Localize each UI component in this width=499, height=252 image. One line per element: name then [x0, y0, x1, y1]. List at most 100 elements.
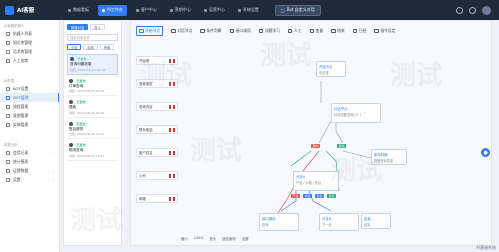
filter-all[interactable]: 全部	[67, 44, 82, 50]
search-input[interactable]: 搜索对话名称	[67, 34, 118, 41]
top-nav-item[interactable]: 数据看板	[64, 5, 93, 16]
fit-canvas-button[interactable]: 适应画布	[222, 236, 236, 241]
settings-icon	[6, 177, 10, 182]
top-nav-item-active[interactable]: AI工作台	[98, 4, 127, 16]
connector	[335, 121, 344, 144]
dialog-list-panel: 新建对话 导入 搜索对话名称 全部 启用 停用 已发布 咨询问题收集 创建: 2…	[63, 20, 122, 246]
status-badge: 已发布	[75, 78, 88, 83]
filter-enabled[interactable]: 启用	[83, 44, 98, 50]
nav-icon	[102, 8, 105, 12]
nav-icon	[169, 8, 173, 12]
top-nav-item[interactable]: 运营中心	[200, 5, 229, 16]
top-nav-item[interactable]: 客户中心	[132, 5, 161, 16]
nav-icon	[203, 8, 207, 12]
dialog-icon	[69, 100, 73, 104]
brand-logo-icon	[5, 5, 14, 15]
flow-node-api[interactable]: 接口调用 查询	[259, 213, 299, 231]
dialog-icon	[69, 121, 73, 126]
help-icon[interactable]	[469, 6, 476, 14]
fullscreen-button[interactable]: 全屏	[242, 236, 249, 241]
top-nav-item[interactable]: 系统设置	[234, 5, 263, 16]
sidebar-item[interactable]: 机器人列表	[0, 29, 59, 38]
flow-canvas[interactable]: 开始节点 对话节点 条件判断 接口调用 问题学习 人工 变量 结束 已经 指令设…	[130, 20, 492, 246]
sidebar-item[interactable]: 实体管理	[0, 120, 59, 129]
sidebar-section-title: 数据分析	[4, 143, 18, 147]
dialog-icon	[69, 143, 73, 147]
list-item[interactable]: 已发布 退款 创建: 2023-08-09 16:40	[67, 98, 118, 118]
flow-node-branch-b[interactable]: 分支B 下一步	[319, 213, 359, 231]
chevron-down-icon: ⌄	[52, 168, 55, 173]
list-item[interactable]: 已发布 订单查询 创建: 2023-08-10 09:15	[67, 77, 118, 96]
list-item-meta: 创建: 2023-08-08 11:02	[69, 132, 104, 136]
custom-dialog-button[interactable]: ▢ Bot 自定义对话	[274, 4, 321, 16]
edge-label: 价格	[303, 194, 313, 198]
sidebar-item[interactable]: 统计报表	[0, 157, 59, 166]
avatar[interactable]	[482, 5, 491, 15]
top-bar: AI客服 数据看板 AI工作台 客户中心 营销中心 运营中心 系统设置 ▢ Bo…	[0, 0, 499, 20]
user-icon	[6, 58, 10, 63]
sidebar-item[interactable]: BOT设置 ⌄	[0, 84, 59, 93]
bell-icon[interactable]	[456, 6, 463, 14]
list-item-title: 咨询问题收集	[70, 62, 92, 66]
sidebar-item[interactable]: 话术库管理	[0, 47, 59, 56]
list-item-meta: 创建: 2023-08-10 09:15	[69, 89, 104, 93]
sidebar-item[interactable]: 意图管理	[0, 111, 59, 120]
zoom-out-button[interactable]: 缩小	[181, 236, 188, 241]
flow-icon	[6, 104, 10, 109]
sidebar-item[interactable]: 设置 ⌄	[0, 175, 59, 184]
intent-icon	[6, 113, 10, 118]
flow-node-end[interactable]: 结束 结束	[361, 213, 391, 229]
zoom-in-button[interactable]: 放大	[209, 236, 216, 241]
edge-label: 售后	[315, 194, 325, 198]
sidebar: AI客服机器人 机器人列表 知识库管理 话术库管理 人工坐席 ⌄ AI配置 BOT…	[0, 20, 60, 252]
edge-label: 退款	[327, 194, 337, 198]
top-nav: 数据看板 AI工作台 客户中心 营销中心 运营中心 系统设置	[64, 4, 263, 16]
list-item-title: 物流查询	[69, 148, 84, 152]
list-item[interactable]: 已发布 物流查询 创建: 2023-08-07 14:33	[67, 141, 118, 161]
chat-fab-icon[interactable]: ●	[481, 148, 490, 157]
top-right-tools	[456, 5, 499, 15]
list-item[interactable]: 已发布 咨询问题收集 创建: 2023-08-12 10:20	[67, 54, 118, 75]
zoom-controls: 缩小 100% 放大 适应画布 全屏	[181, 236, 249, 241]
list-item-title: 订单查询	[69, 83, 84, 88]
nav-icon	[135, 8, 139, 12]
list-item[interactable]: 已发布 售后服务 创建: 2023-08-08 11:02	[67, 120, 118, 139]
edge-label: 意向	[311, 144, 321, 148]
flow-node-dialog[interactable]: 对话节点 请问您要咨询什么?	[331, 103, 381, 123]
chevron-down-icon: ⌄	[52, 150, 55, 155]
list-item-title: 售后服务	[69, 126, 84, 131]
list-item-meta: 创建: 2023-08-09 16:40	[69, 110, 104, 115]
sidebar-item-active[interactable]: BOT管理	[0, 93, 59, 102]
top-nav-item[interactable]: 营销中心	[166, 5, 195, 16]
list-item-title: 退款	[69, 105, 77, 109]
flow-node-start[interactable]: 开始节点 欢迎语	[316, 61, 346, 77]
import-button[interactable]: 导入	[90, 24, 105, 30]
sidebar-item[interactable]: 知识库管理	[0, 38, 59, 47]
record-icon	[6, 150, 10, 155]
connector	[318, 120, 332, 144]
edge-label: 其他	[337, 144, 347, 148]
sidebar-item[interactable]: 运营数据 ⌄	[0, 166, 59, 175]
new-dialog-button[interactable]: 新建对话	[67, 24, 89, 30]
data-icon	[6, 168, 10, 173]
filter-group: 全部 启用 停用	[64, 42, 121, 52]
list-toolbar: 新建对话 导入	[64, 21, 121, 33]
chevron-down-icon: ⌄	[52, 58, 55, 63]
edge-label: 产品	[291, 194, 301, 198]
flow-connectors	[275, 81, 372, 217]
list-item-meta: 创建: 2023-08-07 14:33	[69, 153, 104, 158]
sidebar-item[interactable]: 人工坐席 ⌄	[0, 56, 59, 65]
chevron-down-icon: ⌄	[52, 177, 55, 182]
bot-icon	[6, 95, 10, 100]
gear-icon	[6, 86, 10, 91]
flow-node-branch-a[interactable]: 分支A 产品 / 价格 / 售后	[293, 171, 339, 191]
list-item-meta: 创建: 2023-08-12 10:20	[70, 67, 105, 72]
status-badge: 已发布	[75, 100, 88, 104]
nav-icon	[237, 8, 241, 12]
filter-disabled[interactable]: 停用	[99, 44, 115, 50]
sidebar-item[interactable]: 会话记录 ⌄	[0, 148, 59, 157]
brand-name: AI客服	[17, 8, 35, 14]
brand[interactable]: AI客服	[0, 0, 60, 20]
flow-node-condition[interactable]: 条件判断 判断咨询类型	[371, 149, 407, 165]
sidebar-item[interactable]: 流程管理	[0, 102, 59, 111]
